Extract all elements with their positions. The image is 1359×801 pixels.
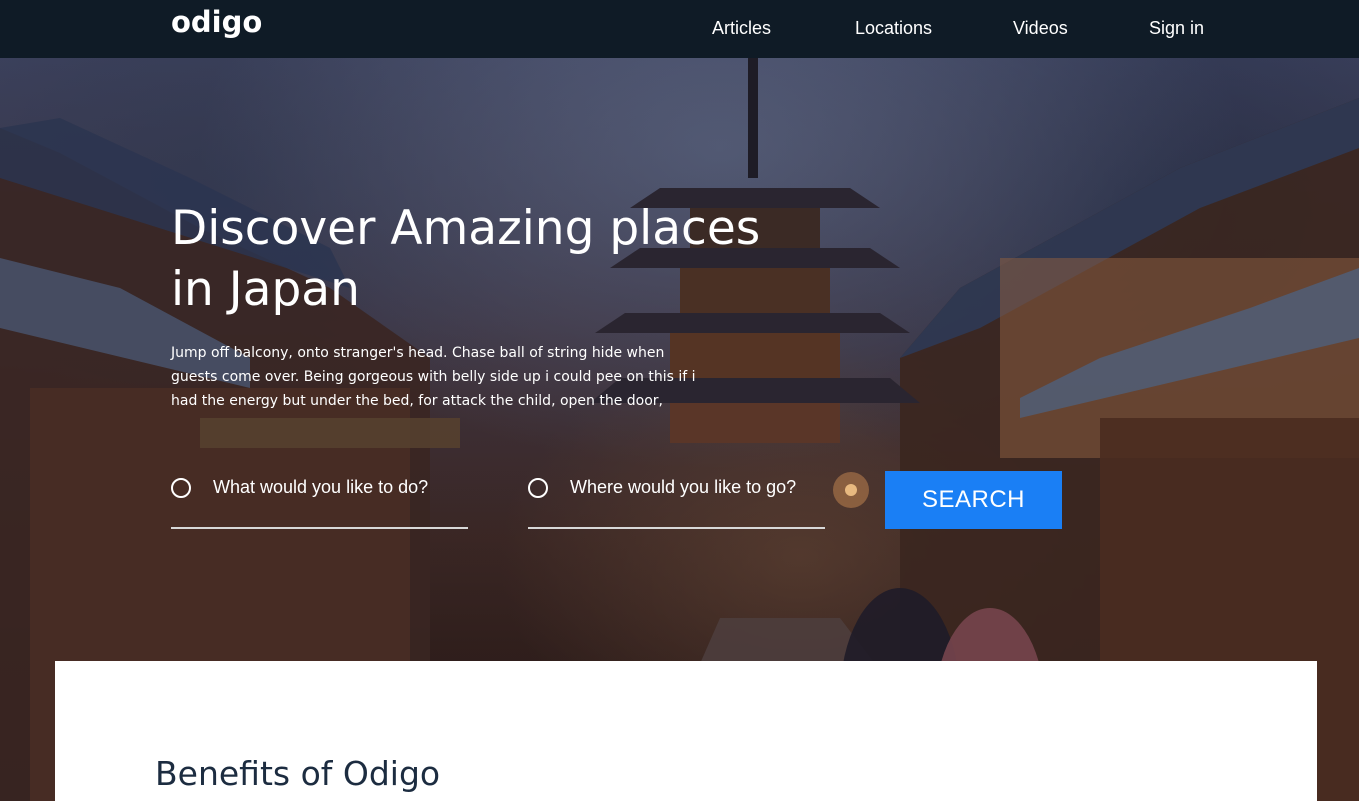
location-search-field[interactable] [528,473,825,529]
radio-circle-icon[interactable] [171,478,191,498]
nav-link-videos[interactable]: Videos [1013,17,1068,39]
location-search-input[interactable] [570,475,820,499]
nav-link-locations[interactable]: Locations [855,17,932,39]
benefits-title: Benefits of Odigo [155,754,441,793]
top-navbar: odigo Articles Locations Videos Sign in [0,0,1359,58]
hero-description: Jump off balcony, onto stranger's head. … [171,345,696,409]
radio-circle-icon[interactable] [528,478,548,498]
odigo-logo[interactable]: odigo [171,4,262,40]
nav-link-sign-in[interactable]: Sign in [1149,17,1204,39]
activity-search-field[interactable] [171,473,468,529]
search-button[interactable]: SEARCH [885,471,1062,529]
hero-title: Discover Amazing places in Japan [171,201,761,317]
nav-link-articles[interactable]: Articles [712,17,771,39]
activity-search-input[interactable] [213,475,463,499]
benefits-section: Benefits of Odigo [55,661,1317,801]
